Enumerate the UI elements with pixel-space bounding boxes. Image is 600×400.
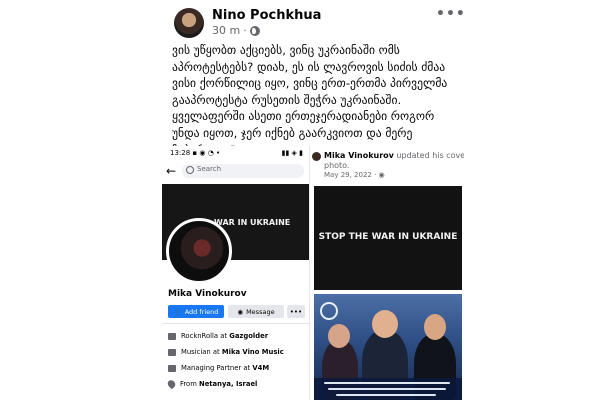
profile-screenshot[interactable]: 13:28 ▪ ◉ ◔ • ▮▮ ◈ ▮ ← Search WAR IN UKR… — [162, 146, 310, 400]
post-text-line: ყველაფერში ასეთი ერთეჯერადიანები როგორ — [172, 109, 435, 124]
post-time[interactable]: 30 m — [212, 24, 240, 37]
profile-picture — [166, 218, 232, 284]
location-pin-icon — [166, 378, 177, 390]
divider — [162, 323, 309, 324]
status-notification-icons: ▪ ◉ ◔ • — [192, 149, 221, 157]
post-text-line: გააპროტესტა რუსეთის შეჭრა უკრაინაში. — [172, 92, 402, 107]
info-value: Mika Vino Music — [221, 348, 284, 356]
post-text-line: ვის უწყობთ აქციებს, ვინც უკრაინაში ომს — [172, 43, 400, 57]
info-value: Netanya, Israel — [199, 380, 258, 388]
briefcase-icon — [168, 364, 176, 372]
update-header: Mika Vinokurov updated his cover — [324, 151, 464, 160]
post-meta: 30 m · — [212, 24, 260, 37]
globe-icon: ◉ — [378, 171, 385, 179]
group-photo — [314, 294, 462, 400]
info-prefix: RocknRolla at — [181, 332, 230, 340]
post-text: ვის უწყობთ აქციებს, ვინც უკრაინაში ომს ა… — [172, 42, 462, 158]
search-input: Search — [182, 164, 304, 178]
caption-line — [336, 394, 436, 396]
message-button: ◉ Message — [228, 305, 284, 318]
back-arrow-icon: ← — [166, 164, 177, 178]
person-head — [372, 310, 398, 338]
facebook-post: Nino Pochkhua 30 m · ••• ვის უწყობთ აქცი… — [0, 0, 600, 400]
info-value: V4M — [252, 364, 270, 372]
cover-text: WAR IN UKRAINE — [214, 218, 291, 227]
add-friend-icon: 👤 — [173, 307, 182, 316]
author-avatar[interactable] — [174, 8, 204, 38]
globe-icon — [249, 25, 260, 36]
update-avatar — [312, 152, 321, 161]
status-bar: 13:28 ▪ ◉ ◔ • — [170, 149, 220, 157]
messenger-icon: ◉ — [237, 307, 244, 316]
separator-dot: · — [243, 24, 247, 37]
post-text-line: ვისი ქორწილიც იყო, ვინც ერთ-ერთმა პირველ… — [172, 76, 448, 91]
info-row-location: From Netanya, Israel — [166, 378, 258, 390]
author-name[interactable]: Nino Pochkhua — [212, 8, 321, 23]
person-head — [328, 324, 350, 348]
status-signal-icons: ▮▮ ◈ ▮ — [281, 149, 303, 157]
person-head — [424, 314, 446, 340]
message-label: Message — [246, 307, 275, 316]
info-prefix: Musician at — [181, 348, 222, 356]
status-time: 13:28 — [170, 149, 191, 157]
caption-line — [328, 388, 446, 390]
profile-name: Mika Vinokurov — [168, 289, 247, 299]
info-prefix: From — [180, 380, 199, 388]
add-friend-label: Add friend — [184, 307, 219, 316]
update-action: updated his cover — [393, 151, 464, 160]
info-row-work: Managing Partner at V4M — [168, 364, 269, 372]
more-options-button[interactable]: ••• — [436, 6, 466, 22]
cover-update-screenshot[interactable]: Mika Vinokurov updated his cover photo. … — [310, 146, 464, 400]
cover-text: STOP THE WAR IN UKRAINE — [318, 232, 458, 242]
info-value: Gazgolder — [229, 332, 269, 340]
info-prefix: Managing Partner at — [181, 364, 253, 372]
cover-photo: STOP THE WAR IN UKRAINE — [314, 186, 462, 290]
caption-line — [324, 382, 450, 384]
emblem-logo — [320, 302, 338, 320]
photo-caption — [314, 378, 462, 400]
update-date: May 29, 2022 · ◉ — [324, 171, 385, 179]
info-row-work: RocknRolla at Gazgolder — [168, 332, 268, 340]
search-placeholder: Search — [197, 165, 222, 173]
update-author: Mika Vinokurov — [324, 151, 394, 160]
update-action-cont: photo. — [324, 161, 350, 170]
add-friend-button: 👤 Add friend — [168, 305, 224, 318]
search-icon — [186, 166, 194, 174]
info-row-work: Musician at Mika Vino Music — [168, 348, 284, 356]
update-date-text: May 29, 2022 · — [324, 171, 379, 179]
briefcase-icon — [168, 332, 176, 340]
profile-more-button: ••• — [287, 305, 305, 318]
briefcase-icon — [168, 348, 176, 356]
post-text-line: აპროტესტებს? დიახ, ეს ის ლავროვის სიძის … — [172, 59, 446, 74]
post-text-line: უნდა იყოთ, ჯერ იქნებ გაარკვიოთ და მერე — [172, 125, 413, 140]
